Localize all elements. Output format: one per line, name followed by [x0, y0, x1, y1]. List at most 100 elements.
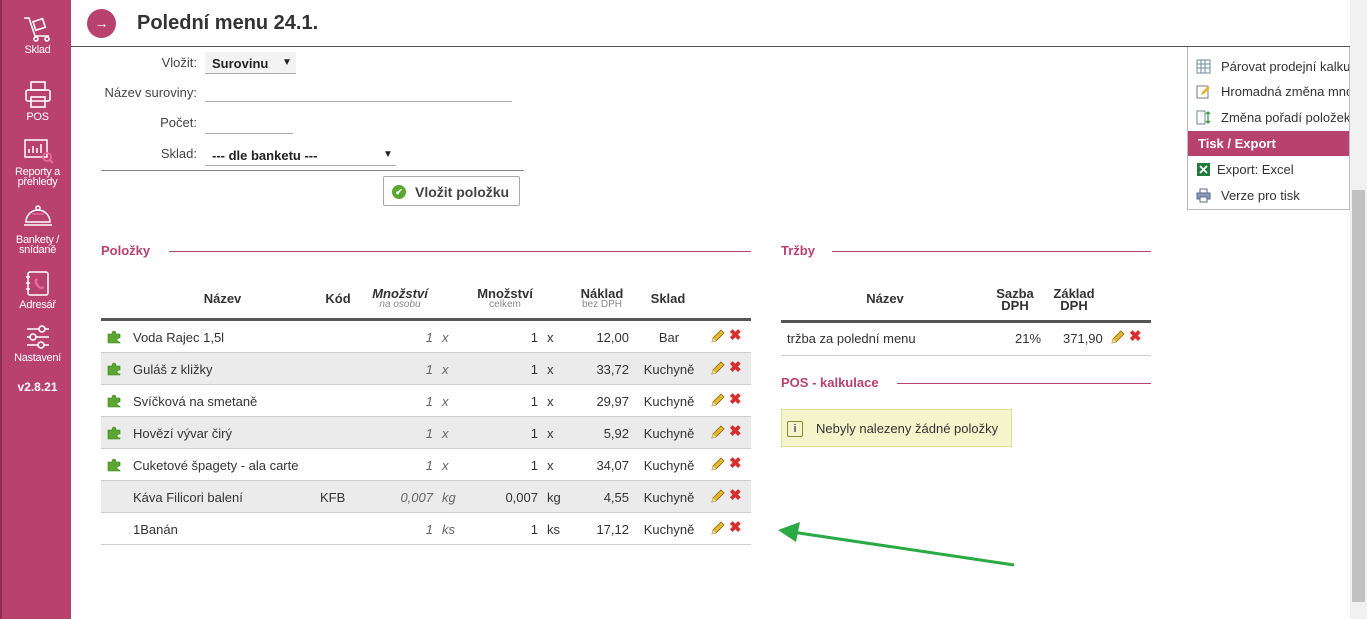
pocet-input[interactable]	[205, 133, 293, 134]
pencil-icon[interactable]	[709, 457, 725, 473]
item-naklad: 29,97	[596, 394, 629, 409]
sidebar: Sklad POS Reporty a přehledy Bankety / s…	[0, 0, 71, 619]
section-divider	[832, 251, 1151, 252]
table-row: Káva Filicori balení KFB 0,007 kg 0,007 kg 4,5…	[101, 481, 751, 513]
menu-item-label: Verze pro tisk	[1221, 188, 1300, 203]
item-naklad: 17,12	[596, 522, 629, 537]
delete-icon[interactable]: ✖	[729, 392, 742, 408]
pencil-icon[interactable]	[709, 393, 725, 409]
delete-icon[interactable]: ✖	[729, 328, 742, 344]
annotation-arrow-icon	[778, 522, 1015, 567]
sklad-label: Sklad:	[160, 146, 197, 161]
pencil-icon[interactable]	[1109, 330, 1125, 346]
table-row: Svíčková na smetaně 1 x 1 x 29,97 Kuchyně ✖	[101, 385, 751, 417]
item-naklad: 34,07	[596, 458, 629, 473]
vlozit-label: Vložit:	[161, 55, 197, 70]
trzba-nazev: tržba za polední menu	[787, 331, 916, 346]
item-sklad: Kuchyně	[643, 490, 695, 505]
sidebar-item-label: Nastavení	[14, 352, 61, 364]
menu-item-export-excel[interactable]: Export: Excel	[1188, 157, 1349, 182]
vlozit-select[interactable]: Surovinu ▼	[205, 52, 296, 74]
table-row: Voda Rajec 1,5l 1 x 1 x 12,00 Bar ✖	[101, 321, 751, 353]
back-arrow-icon[interactable]: →	[87, 9, 116, 38]
menu-item-zmena-poradi[interactable]: Změna pořadí položek	[1188, 105, 1350, 130]
item-sklad: Kuchyně	[643, 522, 695, 537]
sklad-select[interactable]: --- dle banketu --- ▼	[205, 144, 396, 166]
item-mnozstvi-osoba: 1	[425, 522, 433, 537]
vlozit-polozku-label: Vložit položku	[415, 184, 510, 200]
col-naklad-sub: bez DPH	[581, 299, 622, 310]
info-icon: i	[787, 421, 803, 437]
item-kod: KFB	[320, 490, 346, 505]
table-row: Guláš z kližky 1 x 1 x 33,72 Kuchyně ✖	[101, 353, 751, 385]
pencil-icon[interactable]	[709, 521, 725, 537]
pencil-icon[interactable]	[709, 425, 725, 441]
item-mnozstvi-osoba: 1	[425, 330, 433, 345]
puzzle-icon	[107, 362, 121, 376]
pencil-icon[interactable]	[709, 361, 725, 377]
grid-icon	[1196, 59, 1211, 74]
trzby-section-title: Tržby	[781, 243, 815, 258]
pocet-label: Počet:	[160, 115, 197, 130]
menu-item-hromadna-zmena[interactable]: Hromadná změna množství	[1188, 79, 1349, 104]
menu-item-label: Změna pořadí položek	[1221, 110, 1350, 125]
empty-notice-text: Nebyly nalezeny žádné položky	[816, 421, 999, 436]
pencil-icon[interactable]	[709, 329, 725, 345]
delete-icon[interactable]: ✖	[729, 424, 742, 440]
item-sklad: Bar	[658, 330, 680, 345]
item-mnozstvi-osoba: 1	[425, 426, 433, 441]
col-kod-header: Kód	[325, 291, 351, 306]
sidebar-item-reporty[interactable]: Reporty a přehledy	[2, 138, 73, 188]
item-unit-osoba: x	[442, 330, 449, 345]
dropdown-caret-icon: ▼	[383, 149, 393, 160]
header: → Polední menu 24.1.	[71, 0, 1350, 47]
nazev-suroviny-input[interactable]	[205, 101, 512, 102]
item-nazev: Svíčková na smetaně	[133, 394, 258, 409]
sidebar-item-pos[interactable]: POS	[2, 80, 73, 123]
delete-icon[interactable]: ✖	[729, 520, 742, 536]
sidebar-item-adresar[interactable]: Adresář	[2, 270, 73, 311]
item-mnozstvi-celkem: 1	[530, 522, 538, 537]
pencil-icon[interactable]	[709, 489, 725, 505]
sidebar-item-sklad[interactable]: Sklad	[2, 14, 73, 56]
item-unit-osoba: x	[442, 394, 449, 409]
sidebar-item-label: přehledy	[17, 176, 58, 188]
vlozit-polozku-button[interactable]: ✔ Vložit položku	[383, 176, 520, 206]
col-naklad-header: Náklad bez DPH	[568, 287, 636, 310]
section-divider	[897, 383, 1151, 384]
menu-item-parovat[interactable]: Párovat prodejní kalkulace	[1188, 54, 1349, 79]
delete-icon[interactable]: ✖	[1129, 329, 1142, 345]
delete-icon[interactable]: ✖	[729, 456, 742, 472]
item-unit-celkem: x	[547, 362, 554, 377]
item-naklad: 4,55	[603, 490, 629, 505]
table-row: 1Banán 1 ks 1 ks 17,12 Kuchyně ✖	[101, 513, 751, 545]
item-nazev: Cuketové špagety - ala carte	[133, 458, 299, 473]
item-sklad: Kuchyně	[643, 458, 695, 473]
reorder-icon	[1196, 110, 1211, 125]
item-mnozstvi-osoba: 1	[425, 458, 433, 473]
sidebar-item-nastaveni[interactable]: Nastavení	[2, 324, 73, 364]
item-sklad: Kuchyně	[643, 426, 695, 441]
sidebar-item-label: Adresář	[19, 299, 56, 311]
item-naklad: 12,00	[596, 330, 629, 345]
trzby-col-sazba-header: Sazba DPH	[990, 287, 1040, 312]
warehouse-icon	[23, 17, 50, 42]
sidebar-item-label: Sklad	[24, 44, 51, 56]
item-naklad: 33,72	[596, 362, 629, 377]
item-unit-osoba: ks	[442, 522, 455, 537]
col-mnozstvi-osoba-header: Množství na osobu	[360, 287, 440, 310]
delete-icon[interactable]: ✖	[729, 360, 742, 376]
item-sklad: Kuchyně	[643, 394, 695, 409]
col-nazev-header: Název	[203, 291, 242, 306]
addressbook-icon	[25, 271, 49, 296]
menu-item-verze-pro-tisk[interactable]: Verze pro tisk	[1188, 183, 1349, 208]
scrollbar[interactable]	[1350, 0, 1367, 619]
item-mnozstvi-osoba: 1	[425, 362, 433, 377]
delete-icon[interactable]: ✖	[729, 488, 742, 504]
sidebar-item-bankety[interactable]: Bankety / snídaně	[2, 202, 73, 256]
puzzle-icon	[107, 330, 121, 344]
trzby-col-zaklad-header: Základ DPH	[1045, 287, 1103, 312]
item-unit-celkem: kg	[547, 490, 561, 505]
report-icon	[23, 139, 54, 164]
scrollbar-thumb[interactable]	[1352, 190, 1365, 602]
